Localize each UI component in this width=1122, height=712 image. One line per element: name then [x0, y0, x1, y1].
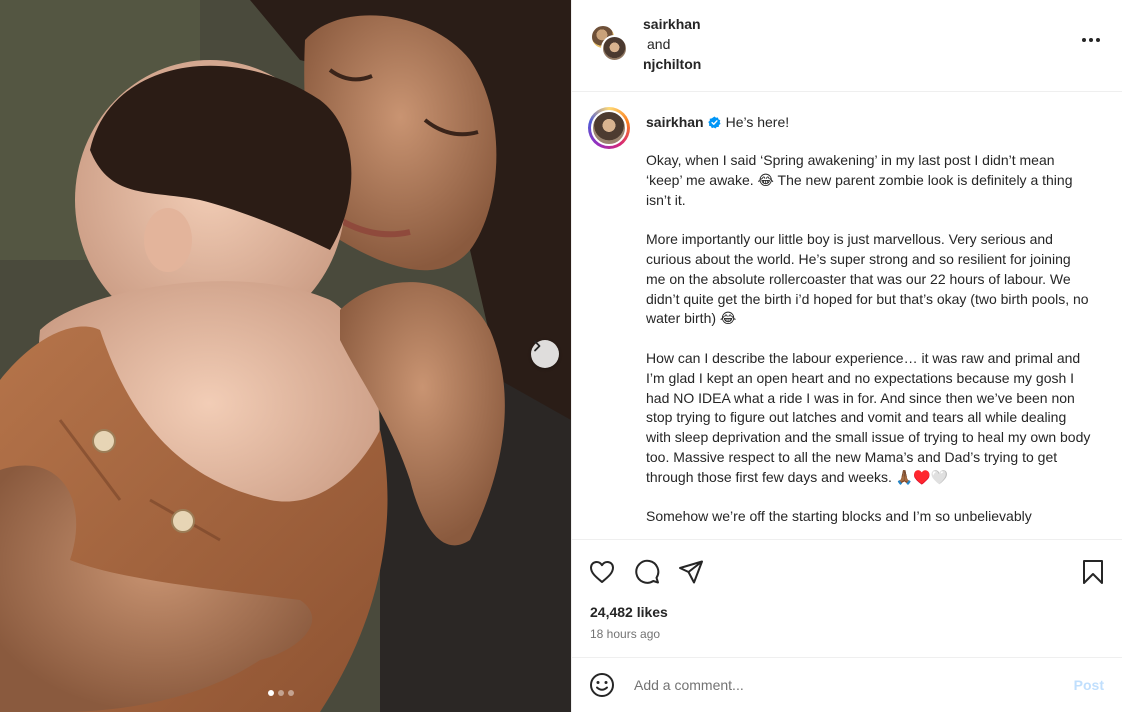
caption-username-link[interactable]: sairkhan	[646, 113, 704, 131]
post-header: sairkhan and njchilton	[572, 0, 1122, 92]
share-icon	[679, 560, 703, 584]
collab-names: sairkhan and njchilton	[643, 14, 701, 74]
bookmark-icon	[1083, 560, 1103, 584]
emoji-icon	[590, 673, 614, 697]
post-panel: sairkhan and njchilton sairkhan He’s her…	[571, 0, 1122, 712]
likes-count[interactable]: 24,482 likes	[590, 604, 668, 620]
emoji-button[interactable]	[589, 672, 615, 698]
more-icon	[1082, 38, 1086, 42]
comment-bar: Post	[572, 657, 1122, 712]
caption-text: Okay, when I said ‘Spring awakening’ in …	[646, 152, 1091, 525]
carousel-indicator	[268, 690, 294, 696]
comment-input[interactable]	[634, 673, 1054, 697]
carousel-dot	[268, 690, 274, 696]
carousel-dot	[278, 690, 284, 696]
more-options-button[interactable]	[1082, 34, 1100, 46]
comment-icon	[635, 559, 660, 584]
caption-header: sairkhan He’s here!	[646, 113, 789, 131]
share-button[interactable]	[677, 558, 705, 586]
collab-avatars[interactable]	[590, 24, 630, 64]
verified-icon	[707, 115, 721, 129]
collaborator-username-link[interactable]: njchilton	[643, 54, 701, 74]
post-timestamp[interactable]: 18 hours ago	[590, 627, 660, 641]
carousel-dot	[288, 690, 294, 696]
carousel-next-button[interactable]	[531, 340, 559, 368]
post-comment-button[interactable]: Post	[1074, 677, 1104, 693]
like-button[interactable]	[588, 558, 616, 586]
post-photo	[0, 0, 571, 712]
caption-avatar[interactable]	[588, 107, 630, 149]
avatar[interactable]	[601, 35, 628, 62]
comments-scroll-area[interactable]: sairkhan He’s here! Okay, when I said ‘S…	[572, 93, 1122, 539]
more-icon	[1096, 38, 1100, 42]
save-button[interactable]	[1079, 558, 1107, 586]
author-username-link[interactable]: sairkhan	[643, 14, 701, 34]
caption-first-line: He’s here!	[725, 114, 790, 130]
comment-button[interactable]	[633, 558, 661, 586]
more-icon	[1089, 38, 1093, 42]
chevron-right-icon	[534, 340, 541, 352]
post-actions: 24,482 likes 18 hours ago	[572, 539, 1122, 657]
post-media[interactable]	[0, 0, 571, 712]
avatar	[591, 110, 627, 146]
heart-icon	[590, 561, 614, 583]
collab-joiner: and	[647, 36, 671, 52]
